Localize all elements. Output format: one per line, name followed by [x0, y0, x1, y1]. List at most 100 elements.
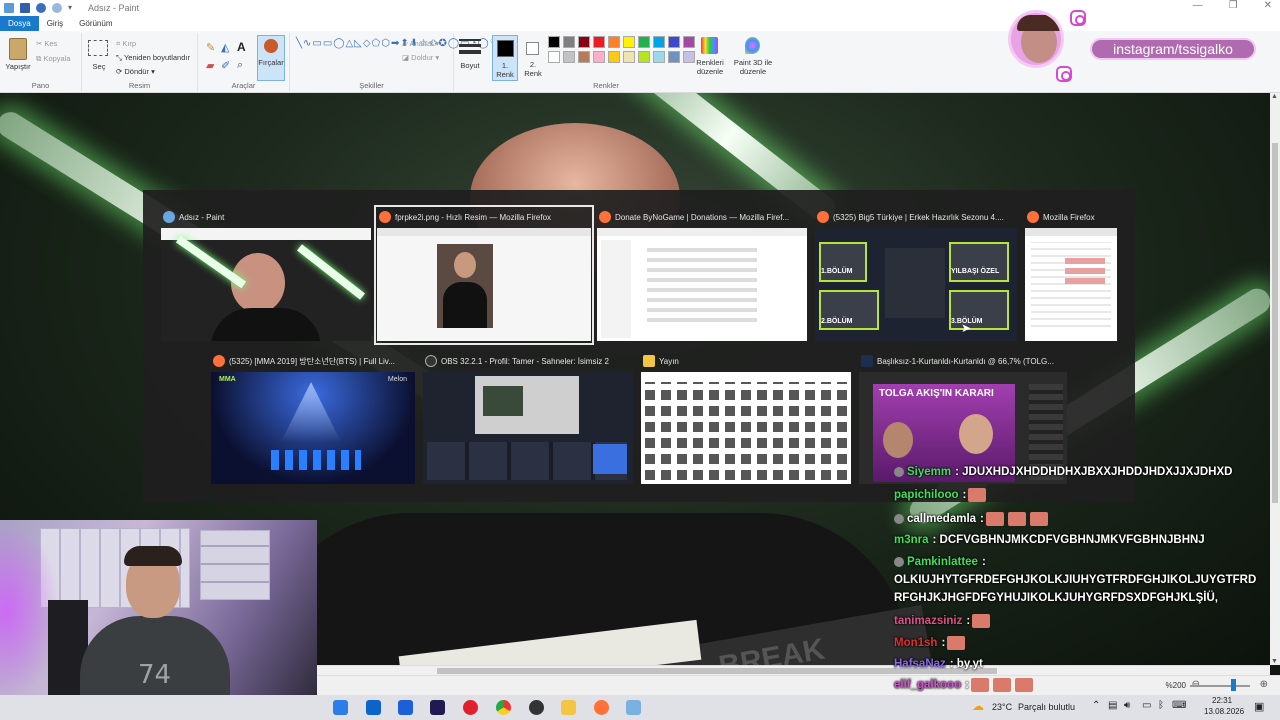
chat-username[interactable]: Pamkinlattee: [907, 556, 978, 568]
paint3d-button[interactable]: Paint 3D ile düzenle: [730, 33, 776, 81]
size-button[interactable]: Boyut: [454, 61, 486, 70]
palette-swatch[interactable]: [623, 51, 635, 63]
switcher-window-firefox-bts[interactable]: (5325) [MMA 2019] 방탄소년단(BTS) | Full Liv.…: [211, 352, 415, 484]
crop-button[interactable]: ⌗ Kırp: [116, 39, 136, 49]
customize-quick-access-icon[interactable]: ▾: [68, 3, 78, 13]
minimize-button[interactable]: —: [1193, 0, 1203, 11]
paste-icon[interactable]: [9, 38, 27, 60]
mail-icon[interactable]: [366, 700, 381, 715]
eraser-icon[interactable]: ▰: [206, 59, 214, 72]
color1-button[interactable]: 1. Renk: [492, 35, 518, 81]
chat-username[interactable]: papichilooo: [894, 489, 959, 501]
switcher-window-folder[interactable]: Yayın: [641, 352, 851, 484]
save-icon[interactable]: [20, 3, 30, 13]
battery-icon[interactable]: ▭: [1142, 700, 1151, 711]
copy-button[interactable]: ⧉ Kopyala: [36, 54, 71, 64]
shapes-gallery[interactable]: ╲∿▭▭◯△◺◇⬠⬡➡⬆⬇☆✩✪◯▭◔◯♡⚡: [296, 37, 512, 77]
obs-taskbar-icon[interactable]: [529, 700, 544, 715]
palette-swatch[interactable]: [638, 36, 650, 48]
close-button[interactable]: ✕: [1264, 0, 1272, 11]
palette-swatch[interactable]: [623, 36, 635, 48]
weather-text[interactable]: Parçalı bulutlu: [1018, 702, 1075, 712]
paste-button[interactable]: Yapıştır: [2, 62, 34, 71]
scroll-up-icon[interactable]: ▲: [1271, 93, 1278, 100]
switcher-window-paint[interactable]: Adsız - Paint: [161, 208, 371, 342]
switcher-window-photoshop[interactable]: Başlıksız-1-Kurtanldı-Kurtanldı @ 66,7% …: [859, 352, 1067, 484]
size-icon[interactable]: [459, 39, 481, 57]
color-picker-icon[interactable]: ✐: [221, 59, 230, 72]
palette-swatch[interactable]: [563, 51, 575, 63]
text-icon[interactable]: A: [237, 40, 246, 54]
chat-username[interactable]: m3nra: [894, 534, 929, 546]
pencil-icon[interactable]: ✎: [206, 41, 215, 54]
palette-swatch[interactable]: [548, 51, 560, 63]
switcher-window-firefox-image[interactable]: fprpke2i.png - Hızlı Resim — Mozilla Fir…: [374, 205, 594, 345]
chat-message: HafsaNaz: by.yt: [894, 658, 983, 670]
redo-icon[interactable]: [52, 3, 62, 13]
notification-icon[interactable]: ▣: [1254, 700, 1264, 713]
edit-colors-button[interactable]: Renkleri düzenle: [694, 33, 726, 81]
tab-file[interactable]: Dosya: [0, 16, 39, 31]
outline-button[interactable]: ▱ Anahat ▾: [402, 39, 439, 48]
magnifier-icon[interactable]: ⌕: [237, 59, 243, 72]
tab-home[interactable]: Giriş: [39, 16, 71, 31]
chat-username[interactable]: Siyemm: [907, 466, 951, 478]
opera-icon[interactable]: [463, 700, 478, 715]
explorer-icon[interactable]: [561, 700, 576, 715]
undo-icon[interactable]: [36, 3, 46, 13]
window-title-label: (5325) [MMA 2019] 방탄소년단(BTS) | Full Liv.…: [229, 356, 395, 366]
palette-swatch[interactable]: [563, 36, 575, 48]
switcher-window-obs[interactable]: OBS 32.2.1 - Profil: Tamer - Sahneler: İ…: [423, 352, 633, 484]
tray-arrow-icon[interactable]: ⌃: [1092, 700, 1100, 711]
palette-swatch[interactable]: [653, 36, 665, 48]
maximize-button[interactable]: ❐: [1229, 0, 1238, 11]
switcher-window-firefox[interactable]: Mozilla Firefox: [1025, 208, 1117, 342]
palette-swatch[interactable]: [593, 51, 605, 63]
tab-view[interactable]: Görünüm: [71, 16, 120, 31]
palette-swatch[interactable]: [593, 36, 605, 48]
firefox-taskbar-icon[interactable]: [594, 700, 609, 715]
switcher-window-firefox-big5[interactable]: (5325) Big5 Türkiye | Erkek Hazırlık Sez…: [815, 208, 1017, 342]
clock-time[interactable]: 22:31: [1212, 696, 1232, 705]
palette-swatch[interactable]: [653, 51, 665, 63]
palette-swatch[interactable]: [668, 51, 680, 63]
start-icon[interactable]: [333, 700, 348, 715]
palette-swatch[interactable]: [578, 36, 590, 48]
dropbox-icon[interactable]: [398, 700, 413, 715]
volume-icon[interactable]: 🔊︎: [1124, 700, 1130, 711]
chat-username[interactable]: elif_galkooo: [894, 679, 961, 691]
language-icon[interactable]: ⌨: [1172, 700, 1186, 711]
select-icon[interactable]: [88, 40, 108, 56]
palette-swatch[interactable]: [638, 51, 650, 63]
chat-username[interactable]: tanimazsiniz: [894, 615, 962, 627]
rotate-button[interactable]: ⟳ Döndür ▾: [116, 67, 155, 76]
premiere-icon[interactable]: [430, 700, 445, 715]
cut-button[interactable]: ✂ Kes: [36, 39, 57, 48]
chat-text: :: [980, 513, 984, 526]
chat-username[interactable]: callmedamla: [907, 513, 976, 525]
chat-username[interactable]: HafsaNaz: [894, 658, 946, 670]
clipboard-group: Yapıştır ✂ Kes ⧉ Kopyala Pano: [0, 33, 82, 91]
fill-button[interactable]: ◪ Doldur ▾: [402, 53, 439, 62]
weather-temp[interactable]: 23°C: [992, 702, 1012, 712]
palette-swatch[interactable]: [548, 36, 560, 48]
paint-taskbar-icon[interactable]: [626, 700, 641, 715]
palette-swatch[interactable]: [608, 51, 620, 63]
select-button[interactable]: Seç: [85, 62, 113, 71]
bluetooth-icon[interactable]: ᛒ: [1158, 700, 1164, 711]
network-icon[interactable]: ▤: [1108, 700, 1117, 711]
fill-icon[interactable]: ◭: [221, 41, 229, 54]
palette-swatch[interactable]: [668, 36, 680, 48]
chat-username[interactable]: Mon1sh: [894, 637, 937, 649]
palette-swatch[interactable]: [608, 36, 620, 48]
scroll-thumb-vertical[interactable]: [1272, 143, 1278, 503]
switcher-window-firefox-donate[interactable]: Donate ByNoGame | Donations — Mozilla Fi…: [597, 208, 807, 342]
resize-button[interactable]: ⤡ Yeniden boyutlandır: [116, 53, 190, 63]
brushes-button[interactable]: Fırçalar: [257, 35, 285, 81]
streamer-hair: [124, 546, 182, 566]
clock-date[interactable]: 13.08.2026: [1204, 707, 1244, 716]
palette-swatch[interactable]: [578, 51, 590, 63]
color2-button[interactable]: 2. Renk: [520, 35, 546, 81]
window-thumbnail: [597, 228, 807, 341]
chrome-icon[interactable]: [496, 700, 511, 715]
